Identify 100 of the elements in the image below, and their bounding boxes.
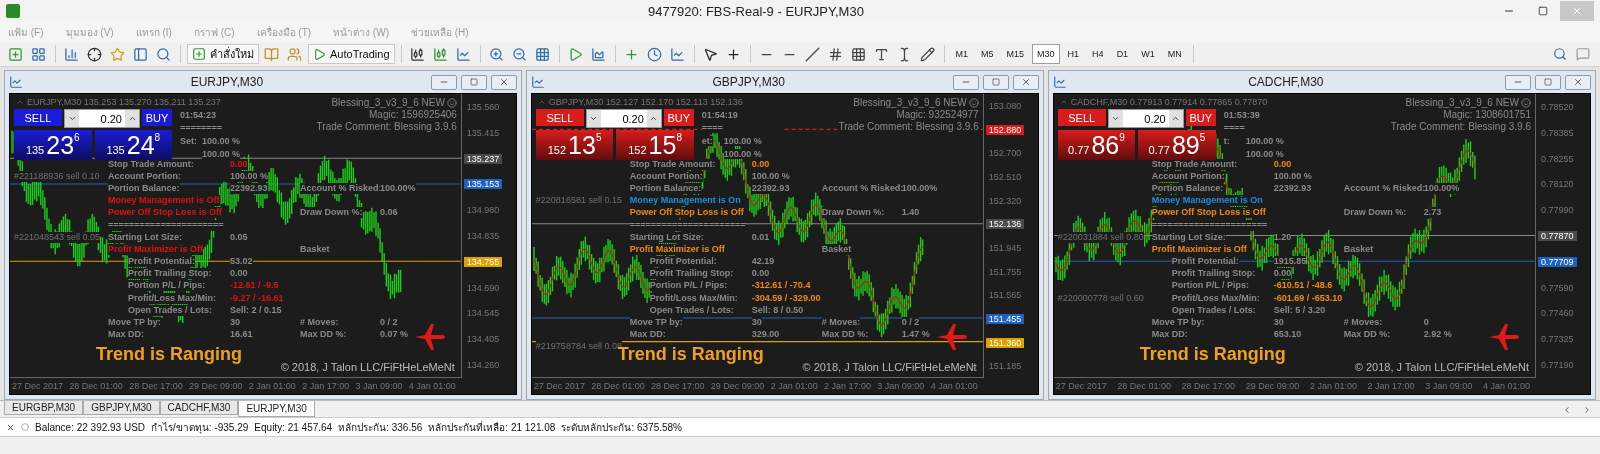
expert-name: Blessing_3_v3_9_6 NEW [1405, 97, 1519, 109]
price-label: 0.77709 [1538, 256, 1577, 267]
buy-button[interactable]: BUY [1185, 109, 1216, 126]
restore-button[interactable] [982, 74, 1009, 90]
plus-icon [192, 47, 206, 61]
restore-button[interactable] [1535, 74, 1561, 90]
maximize-icon [1538, 6, 1548, 16]
minimize-button[interactable] [952, 74, 979, 90]
info-label: Power Off Stop Loss is Off [1151, 207, 1266, 219]
chart-icon [1052, 75, 1067, 89]
chart-header: CADCHF,M30 0.77913 0.77914 0.77865 0.77870 [1070, 97, 1268, 107]
info-value: 2.73 [1423, 207, 1442, 219]
price-label: 152.320 [987, 195, 1023, 206]
new-order-button[interactable]: คำสั่งใหม่ [187, 44, 259, 64]
magic-number: Magic: 1308601751 [1443, 109, 1531, 121]
timeframe-button[interactable]: M30 [1032, 44, 1060, 64]
chart-tab[interactable]: EURGBP,M30 [4, 401, 84, 415]
info-value: 22392.93 [1273, 182, 1312, 194]
info-value: 100.00 % [230, 170, 269, 182]
info-label: Profit Trailing Stop: [649, 268, 734, 280]
time-label: 27 Dec 2017 [533, 381, 585, 391]
chart-header: GBPJPY,M30 152.127 152.170 152.113 152.136 [548, 97, 743, 107]
sell-button[interactable]: SELL [535, 109, 584, 126]
price-label: 151.565 [987, 290, 1023, 301]
chart-tab[interactable]: CADCHF,M30 [159, 401, 239, 415]
info-label: Power Off Stop Loss is Off [108, 207, 222, 219]
account-status-text: Equity: 21 457.64 [254, 421, 333, 433]
timeframe-button[interactable]: D1 [1111, 44, 1134, 64]
time-label: 4 Jan 01:00 [408, 381, 456, 391]
restore-icon [1544, 78, 1552, 86]
info-label: Money Management is On [1151, 195, 1263, 207]
timeframe-button[interactable]: M5 [976, 44, 999, 64]
restore-icon [469, 78, 478, 86]
buy-button[interactable]: BUY [663, 109, 694, 126]
trade-comment: Trade Comment: Blessing 3.9.6 [316, 121, 457, 133]
collapse-icon[interactable] [537, 98, 546, 106]
info-value: 0.00 [751, 158, 770, 170]
collapse-icon[interactable] [16, 98, 24, 106]
autotrading-button[interactable]: AutoTrading [308, 44, 395, 64]
account-status-text: ระดับหลักประกัน: 6375.58% [561, 420, 682, 435]
close-button[interactable] [490, 74, 517, 90]
info-value: 0.01 [751, 231, 770, 243]
price-label: 134.405 [465, 334, 501, 345]
info-label: Move TP by: [108, 317, 161, 329]
chart-window-title: EURJPY,M30 [189, 75, 265, 89]
time-label: 2 Jan 01:00 [770, 381, 818, 391]
timeframe-button[interactable]: W1 [1136, 44, 1160, 64]
price-label: 0.77325 [1540, 334, 1575, 345]
chart-tab[interactable]: EURJPY,M30 [238, 401, 315, 417]
account-status-text: กำไร/ขาดทุน: -935.29 [151, 420, 249, 435]
chart-tab[interactable]: GBPJPY,M30 [83, 401, 160, 415]
info-label: Draw Down %: [821, 207, 885, 219]
info-label: et: [701, 136, 713, 146]
time-label: 3 Jan 09:00 [877, 381, 925, 391]
minimize-button[interactable] [430, 74, 457, 90]
chart-icon [9, 75, 23, 89]
time-label: 2 Jan 01:00 [1309, 381, 1357, 391]
price-label: 151.360 [985, 337, 1025, 348]
time-label: 27 Dec 2017 [1055, 381, 1107, 391]
timeframe-button[interactable]: M1 [950, 44, 974, 64]
timeframe-button[interactable]: H1 [1062, 44, 1085, 64]
info-value: 100.00% [380, 182, 416, 194]
buy-button[interactable]: BUY [142, 109, 172, 126]
price-label: 134.835 [465, 230, 501, 241]
order-label: #221048543 sell 0.05 [14, 231, 101, 243]
collapse-icon[interactable] [1059, 98, 1068, 106]
price-label: 134.545 [465, 308, 501, 319]
info-label: Account Portion: [108, 170, 181, 182]
timeframe-button[interactable]: MN [1162, 44, 1187, 64]
close-button[interactable] [1565, 74, 1591, 90]
trend-text: Trend is Ranging [96, 344, 242, 365]
close-icon[interactable] [6, 422, 15, 432]
info-label: Profit Maximizer is Off [108, 243, 204, 255]
order-label: #220031884 sell 0.80 [1057, 231, 1144, 243]
price-label: 135.415 [465, 127, 501, 138]
sell-button[interactable]: SELL [14, 109, 62, 126]
time-label: 4 Jan 01:00 [930, 381, 978, 391]
sell-button[interactable]: SELL [1057, 109, 1106, 126]
time-label: 2 Jan 17:00 [824, 381, 872, 391]
info-label: Profit Maximizer is Off [629, 243, 725, 255]
info-value: 0.05 [230, 231, 248, 243]
play-icon [313, 47, 326, 61]
info-value: 100.00 % [751, 170, 790, 182]
info-label: Profit/Loss Max/Min: [1171, 292, 1260, 304]
timeframe-button[interactable]: M15 [1001, 44, 1030, 64]
info-label: Basket [821, 243, 852, 255]
time-label: 29 Dec 09:00 [710, 381, 765, 391]
minimize-button[interactable] [1505, 74, 1531, 90]
info-value: 100.00 % [1245, 149, 1284, 159]
timeframe-button[interactable]: H4 [1087, 44, 1109, 64]
info-value: Sell: 8 / 0.50 [751, 304, 804, 316]
restore-button[interactable] [460, 74, 487, 90]
app-logo [6, 4, 20, 18]
time-label: 28 Dec 01:00 [1117, 381, 1171, 391]
info-label: Portion Balance: [629, 182, 702, 194]
info-value: 100.00% [901, 182, 938, 194]
separator-text: ==== [701, 123, 784, 133]
close-button[interactable] [1012, 74, 1039, 90]
chart-icon [530, 75, 545, 89]
info-label: ====================== [629, 219, 746, 231]
